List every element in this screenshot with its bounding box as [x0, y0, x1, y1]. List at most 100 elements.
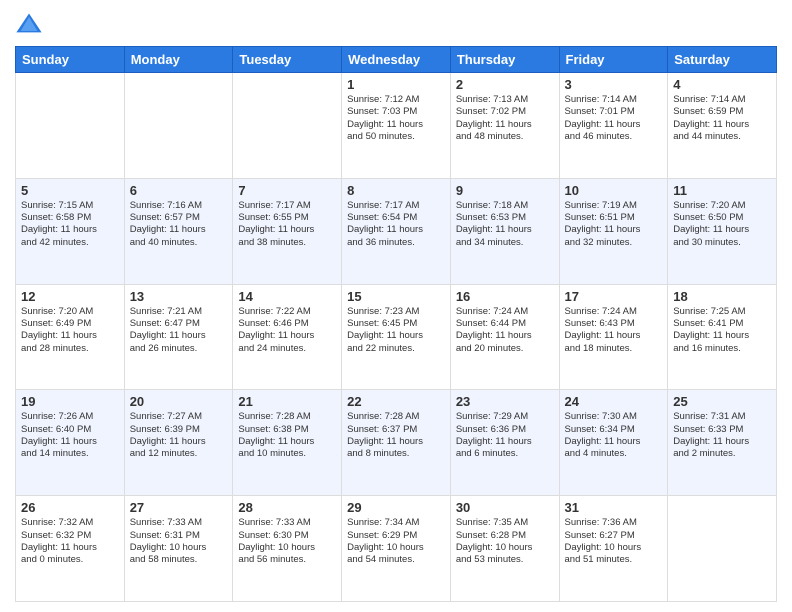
table-row: 6 Sunrise: 7:16 AM Sunset: 6:57 PM Daylig… [124, 178, 233, 284]
day-number: 9 [456, 183, 554, 198]
day-info: Sunrise: 7:22 AM Sunset: 6:46 PM Dayligh… [238, 306, 336, 355]
day-number: 27 [130, 500, 228, 515]
table-row: 16 Sunrise: 7:24 AM Sunset: 6:44 PM Dayli… [450, 284, 559, 390]
col-wednesday: Wednesday [342, 47, 451, 73]
day-info: Sunrise: 7:19 AM Sunset: 6:51 PM Dayligh… [565, 200, 663, 249]
table-row: 29 Sunrise: 7:34 AM Sunset: 6:29 PM Dayli… [342, 496, 451, 602]
day-info: Sunrise: 7:28 AM Sunset: 6:37 PM Dayligh… [347, 411, 445, 460]
table-row: 2Sunrise: 7:13 AM Sunset: 7:02 PM Daylig… [450, 73, 559, 179]
table-row: 3 Sunrise: 7:14 AM Sunset: 7:01 PM Daylig… [559, 73, 668, 179]
table-row: 28Sunrise: 7:33 AM Sunset: 6:30 PM Dayli… [233, 496, 342, 602]
table-row [233, 73, 342, 179]
table-row: 20 Sunrise: 7:27 AM Sunset: 6:39 PM Dayli… [124, 390, 233, 496]
table-row: 5Sunrise: 7:15 AM Sunset: 6:58 PM Daylig… [16, 178, 125, 284]
table-row: 10 Sunrise: 7:19 AM Sunset: 6:51 PM Dayli… [559, 178, 668, 284]
day-info: Sunrise: 7:20 AM Sunset: 6:49 PM Dayligh… [21, 306, 119, 355]
day-number: 3 [565, 77, 663, 92]
table-row: 11 Sunrise: 7:20 AM Sunset: 6:50 PM Dayli… [668, 178, 777, 284]
day-info: Sunrise: 7:24 AM Sunset: 6:44 PM Dayligh… [456, 306, 554, 355]
day-info: Sunrise: 7:27 AM Sunset: 6:39 PM Dayligh… [130, 411, 228, 460]
day-info: Sunrise: 7:21 AM Sunset: 6:47 PM Dayligh… [130, 306, 228, 355]
table-row [16, 73, 125, 179]
table-row: 31 Sunrise: 7:36 AM Sunset: 6:27 PM Dayli… [559, 496, 668, 602]
day-info: Sunrise: 7:14 AM Sunset: 6:59 PM Dayligh… [673, 94, 771, 143]
day-number: 31 [565, 500, 663, 515]
calendar-table: Sunday Monday Tuesday Wednesday Thursday… [15, 46, 777, 602]
day-info: Sunrise: 7:25 AM Sunset: 6:41 PM Dayligh… [673, 306, 771, 355]
day-number: 1 [347, 77, 445, 92]
day-info: Sunrise: 7:31 AM Sunset: 6:33 PM Dayligh… [673, 411, 771, 460]
day-info: Sunrise: 7:23 AM Sunset: 6:45 PM Dayligh… [347, 306, 445, 355]
day-number: 11 [673, 183, 771, 198]
calendar-week-row: 19 Sunrise: 7:26 AM Sunset: 6:40 PM Dayli… [16, 390, 777, 496]
day-number: 7 [238, 183, 336, 198]
col-tuesday: Tuesday [233, 47, 342, 73]
table-row: 4 Sunrise: 7:14 AM Sunset: 6:59 PM Daylig… [668, 73, 777, 179]
day-number: 18 [673, 289, 771, 304]
table-row: 1 Sunrise: 7:12 AM Sunset: 7:03 PM Daylig… [342, 73, 451, 179]
day-number: 8 [347, 183, 445, 198]
col-monday: Monday [124, 47, 233, 73]
day-info: Sunrise: 7:14 AM Sunset: 7:01 PM Dayligh… [565, 94, 663, 143]
calendar-header-row: Sunday Monday Tuesday Wednesday Thursday… [16, 47, 777, 73]
day-number: 16 [456, 289, 554, 304]
logo [15, 10, 45, 38]
day-info: Sunrise: 7:17 AM Sunset: 6:55 PM Dayligh… [238, 200, 336, 249]
table-row: 15 Sunrise: 7:23 AM Sunset: 6:45 PM Dayli… [342, 284, 451, 390]
table-row: 21 Sunrise: 7:28 AM Sunset: 6:38 PM Dayli… [233, 390, 342, 496]
table-row [668, 496, 777, 602]
day-info: Sunrise: 7:35 AM Sunset: 6:28 PM Dayligh… [456, 517, 554, 566]
day-info: Sunrise: 7:28 AM Sunset: 6:38 PM Dayligh… [238, 411, 336, 460]
day-number: 26 [21, 500, 119, 515]
day-number: 21 [238, 394, 336, 409]
day-number: 10 [565, 183, 663, 198]
calendar-week-row: 26 Sunrise: 7:32 AM Sunset: 6:32 PM Dayli… [16, 496, 777, 602]
day-number: 4 [673, 77, 771, 92]
table-row: 17Sunrise: 7:24 AM Sunset: 6:43 PM Dayli… [559, 284, 668, 390]
day-number: 13 [130, 289, 228, 304]
day-info: Sunrise: 7:17 AM Sunset: 6:54 PM Dayligh… [347, 200, 445, 249]
table-row: 13 Sunrise: 7:21 AM Sunset: 6:47 PM Dayli… [124, 284, 233, 390]
day-info: Sunrise: 7:32 AM Sunset: 6:32 PM Dayligh… [21, 517, 119, 566]
table-row: 24 Sunrise: 7:30 AM Sunset: 6:34 PM Dayli… [559, 390, 668, 496]
col-thursday: Thursday [450, 47, 559, 73]
day-number: 22 [347, 394, 445, 409]
day-number: 30 [456, 500, 554, 515]
table-row: 12 Sunrise: 7:20 AM Sunset: 6:49 PM Dayli… [16, 284, 125, 390]
day-number: 19 [21, 394, 119, 409]
day-info: Sunrise: 7:33 AM Sunset: 6:31 PM Dayligh… [130, 517, 228, 566]
day-info: Sunrise: 7:16 AM Sunset: 6:57 PM Dayligh… [130, 200, 228, 249]
col-sunday: Sunday [16, 47, 125, 73]
day-number: 15 [347, 289, 445, 304]
day-info: Sunrise: 7:34 AM Sunset: 6:29 PM Dayligh… [347, 517, 445, 566]
table-row: 26 Sunrise: 7:32 AM Sunset: 6:32 PM Dayli… [16, 496, 125, 602]
page: Sunday Monday Tuesday Wednesday Thursday… [0, 0, 792, 612]
day-info: Sunrise: 7:18 AM Sunset: 6:53 PM Dayligh… [456, 200, 554, 249]
table-row: 30 Sunrise: 7:35 AM Sunset: 6:28 PM Dayli… [450, 496, 559, 602]
day-info: Sunrise: 7:20 AM Sunset: 6:50 PM Dayligh… [673, 200, 771, 249]
calendar-week-row: 12 Sunrise: 7:20 AM Sunset: 6:49 PM Dayli… [16, 284, 777, 390]
table-row: 7 Sunrise: 7:17 AM Sunset: 6:55 PM Daylig… [233, 178, 342, 284]
day-number: 23 [456, 394, 554, 409]
calendar-week-row: 1 Sunrise: 7:12 AM Sunset: 7:03 PM Daylig… [16, 73, 777, 179]
day-info: Sunrise: 7:29 AM Sunset: 6:36 PM Dayligh… [456, 411, 554, 460]
day-info: Sunrise: 7:24 AM Sunset: 6:43 PM Dayligh… [565, 306, 663, 355]
table-row: 25 Sunrise: 7:31 AM Sunset: 6:33 PM Dayli… [668, 390, 777, 496]
day-info: Sunrise: 7:33 AM Sunset: 6:30 PM Dayligh… [238, 517, 336, 566]
day-number: 24 [565, 394, 663, 409]
day-number: 12 [21, 289, 119, 304]
day-info: Sunrise: 7:15 AM Sunset: 6:58 PM Dayligh… [21, 200, 119, 249]
day-number: 20 [130, 394, 228, 409]
header [15, 10, 777, 38]
day-number: 6 [130, 183, 228, 198]
table-row [124, 73, 233, 179]
day-number: 29 [347, 500, 445, 515]
table-row: 8 Sunrise: 7:17 AM Sunset: 6:54 PM Daylig… [342, 178, 451, 284]
day-info: Sunrise: 7:36 AM Sunset: 6:27 PM Dayligh… [565, 517, 663, 566]
col-friday: Friday [559, 47, 668, 73]
day-info: Sunrise: 7:30 AM Sunset: 6:34 PM Dayligh… [565, 411, 663, 460]
day-info: Sunrise: 7:26 AM Sunset: 6:40 PM Dayligh… [21, 411, 119, 460]
table-row: 23 Sunrise: 7:29 AM Sunset: 6:36 PM Dayli… [450, 390, 559, 496]
day-info: Sunrise: 7:12 AM Sunset: 7:03 PM Dayligh… [347, 94, 445, 143]
day-number: 25 [673, 394, 771, 409]
